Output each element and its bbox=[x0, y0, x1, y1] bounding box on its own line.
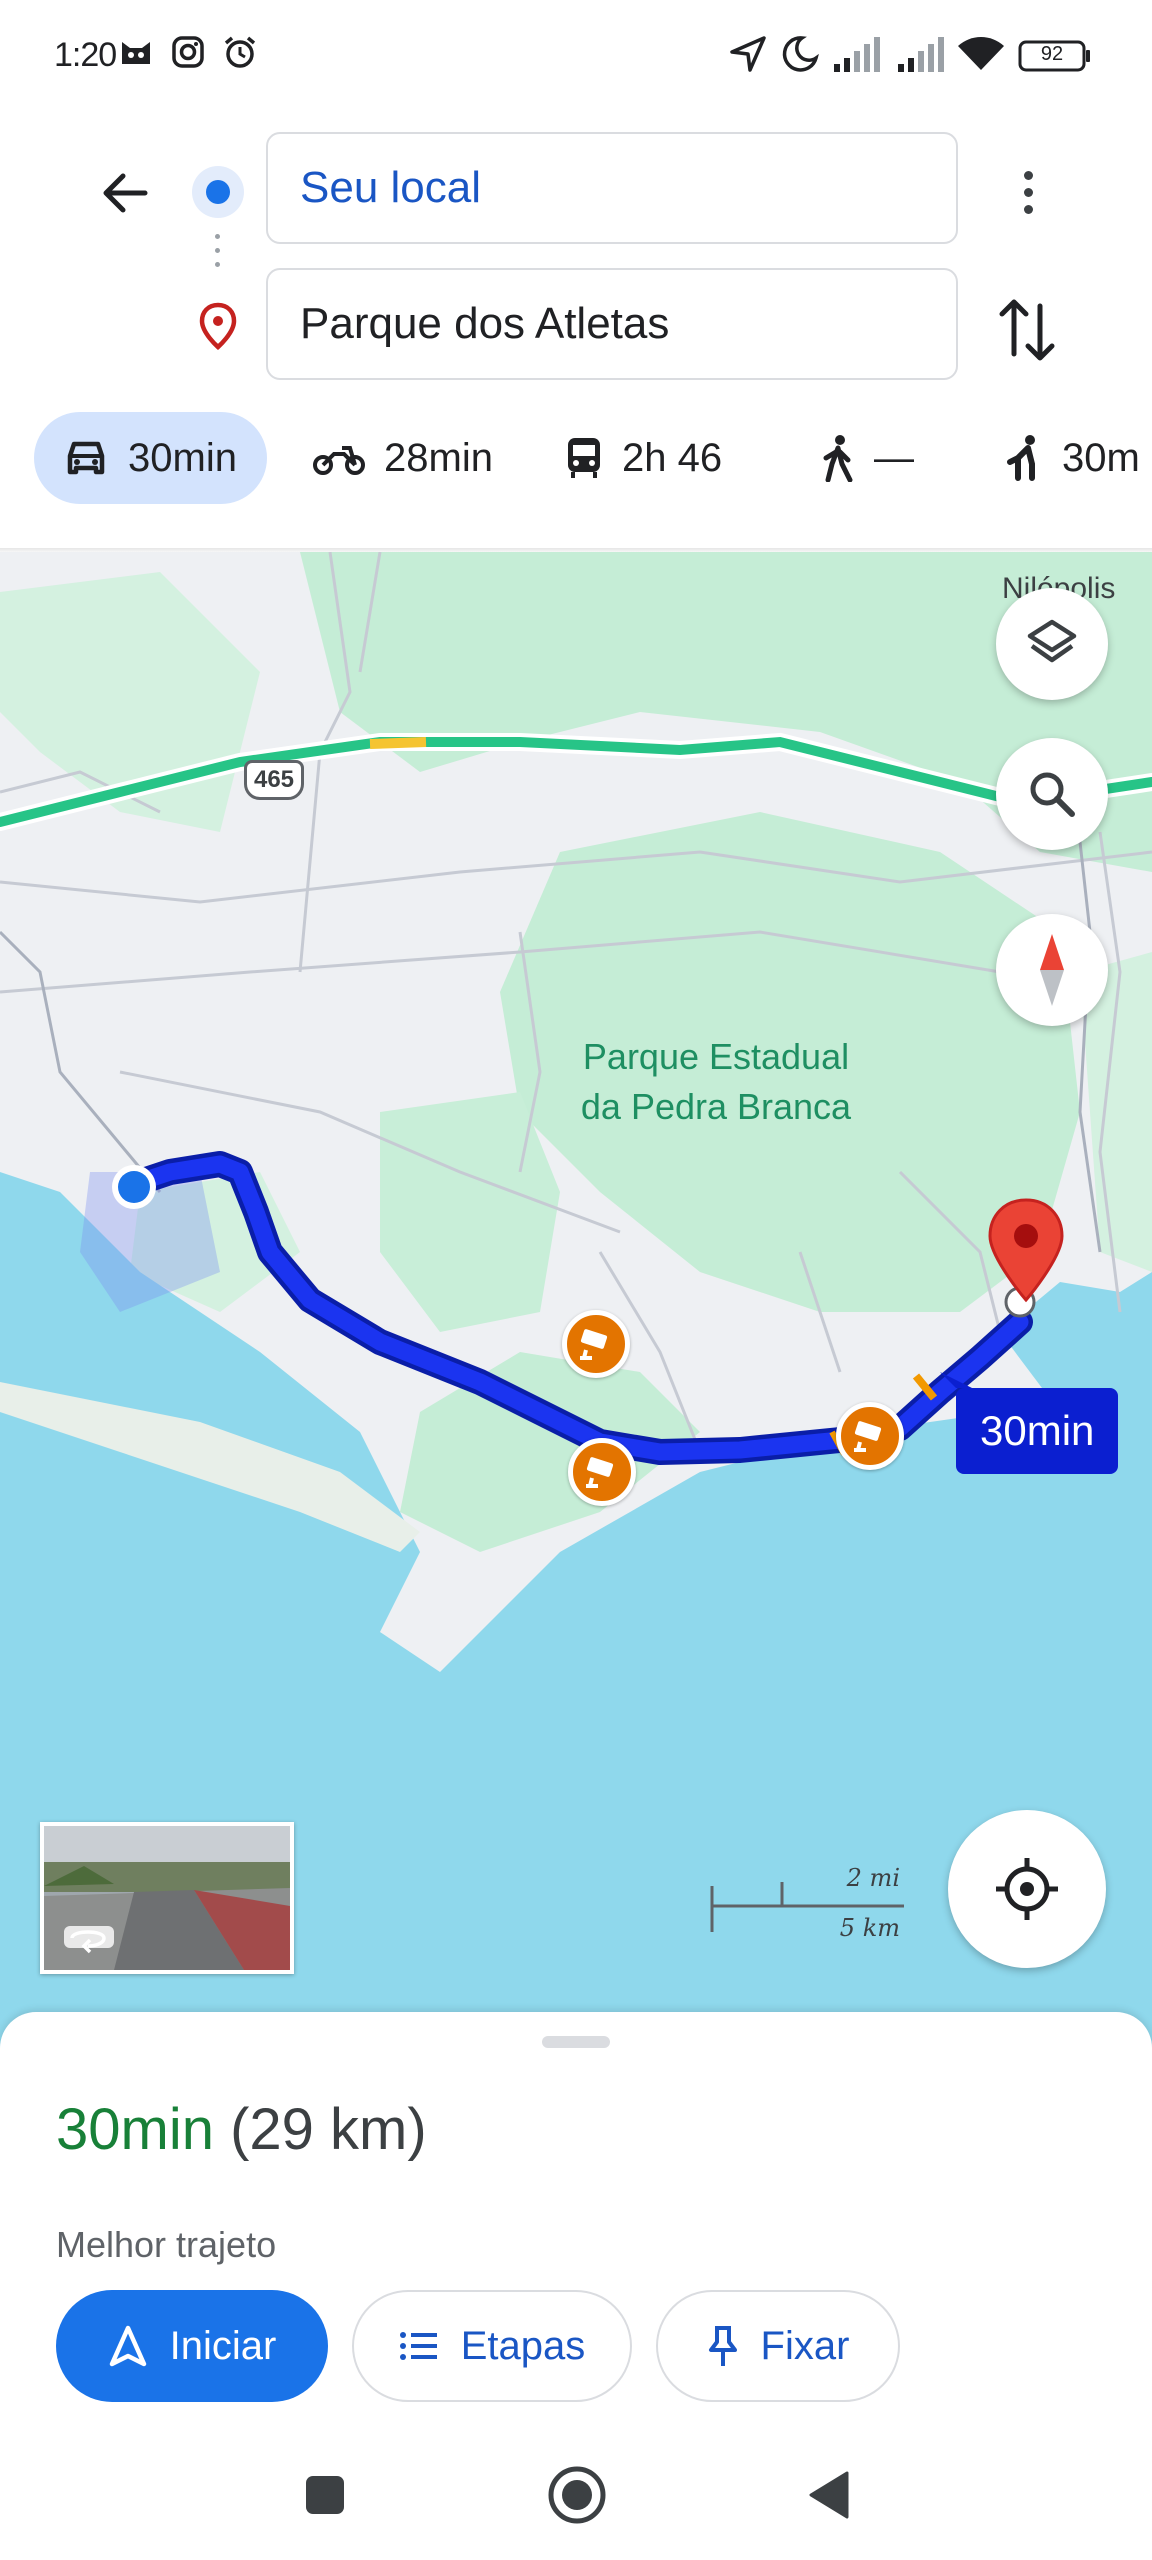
origin-marker-icon bbox=[192, 166, 244, 218]
home-button[interactable] bbox=[542, 2460, 612, 2530]
back-nav-button[interactable] bbox=[794, 2460, 864, 2530]
speed-camera-icon[interactable] bbox=[562, 1310, 630, 1378]
signal-icon bbox=[832, 34, 886, 79]
route-distance: (29 km) bbox=[230, 2097, 427, 2162]
swap-route-button[interactable] bbox=[994, 290, 1060, 370]
mode-tab-motorcycle[interactable]: 28min bbox=[312, 412, 493, 504]
mode-tab-label: — bbox=[874, 435, 914, 480]
ride-icon bbox=[1007, 435, 1035, 481]
back-triangle-icon bbox=[809, 2471, 849, 2519]
back-arrow-icon bbox=[103, 173, 148, 213]
scale-miles: 2 mi bbox=[846, 1864, 900, 1892]
route-connector bbox=[215, 234, 221, 284]
route-eta-bubble[interactable]: 30min bbox=[956, 1388, 1119, 1474]
instagram-icon bbox=[170, 34, 206, 75]
rotate-360-icon bbox=[70, 1930, 106, 1954]
search-icon bbox=[1030, 772, 1075, 817]
sheet-drag-handle[interactable] bbox=[542, 2036, 610, 2048]
back-button[interactable] bbox=[92, 160, 158, 226]
route-description: Melhor trajeto bbox=[56, 2224, 277, 2265]
map-scale: 2 mi 5 km bbox=[708, 1862, 908, 1962]
street-view-thumbnail[interactable] bbox=[40, 1822, 294, 1974]
alarm-icon bbox=[222, 34, 258, 75]
route-bottom-sheet[interactable]: 30min (29 km) Melhor trajeto Iniciar Eta… bbox=[0, 2012, 1152, 2432]
battery-icon: 92 bbox=[1018, 40, 1092, 77]
start-label: Iniciar bbox=[169, 2323, 277, 2368]
more-options-button[interactable] bbox=[1004, 156, 1052, 228]
mode-tab-label: 28min bbox=[384, 435, 493, 480]
search-along-route-button[interactable] bbox=[996, 738, 1108, 850]
layers-icon bbox=[1027, 619, 1077, 663]
mode-tab-walk[interactable]: — bbox=[820, 412, 914, 504]
origin-field[interactable]: Seu local bbox=[266, 132, 958, 244]
battery-level: 92 bbox=[1040, 43, 1064, 65]
system-nav-bar bbox=[0, 2432, 1152, 2560]
compass-icon bbox=[1040, 934, 1064, 1006]
layers-button[interactable] bbox=[996, 588, 1108, 700]
steps-label: Etapas bbox=[460, 2323, 586, 2368]
pin-icon bbox=[708, 2326, 737, 2366]
steps-button[interactable]: Etapas bbox=[352, 2290, 632, 2402]
mode-tab-label: 30min bbox=[128, 435, 237, 480]
home-circle-icon bbox=[548, 2466, 606, 2524]
wifi-icon bbox=[956, 34, 1006, 79]
map-view[interactable]: 465 Nilópolis Parque Estadual da Pedra B… bbox=[0, 552, 1152, 2052]
mode-tab-transit[interactable]: 2h 46 bbox=[564, 412, 722, 504]
transit-icon bbox=[568, 438, 600, 478]
signal-icon bbox=[896, 34, 950, 79]
status-bar: 1:20 92 bbox=[0, 0, 1152, 110]
navigation-arrow-icon bbox=[109, 2325, 146, 2367]
map-label-park: Parque Estadual da Pedra Branca bbox=[580, 1036, 852, 1127]
list-icon bbox=[399, 2332, 437, 2360]
walk-icon bbox=[823, 435, 853, 482]
route-summary: 30min (29 km) bbox=[56, 2096, 427, 2163]
mode-tab-car[interactable]: 30min bbox=[34, 412, 267, 504]
pin-button[interactable]: Fixar bbox=[656, 2290, 900, 2402]
swap-arrows-icon bbox=[999, 299, 1055, 361]
moon-icon bbox=[780, 34, 820, 79]
start-navigation-button[interactable]: Iniciar bbox=[56, 2290, 328, 2402]
speed-camera-icon[interactable] bbox=[568, 1438, 636, 1506]
square-icon bbox=[306, 2476, 344, 2514]
directions-header: Seu local Parque dos Atletas 30min 28min… bbox=[0, 110, 1152, 550]
mode-tab-label: 30m bbox=[1062, 435, 1140, 480]
status-time: 1:20 bbox=[54, 36, 117, 74]
location-arrow-icon bbox=[728, 34, 768, 79]
speed-camera-icon[interactable] bbox=[836, 1402, 904, 1470]
destination-pin-icon bbox=[198, 302, 238, 355]
destination-field[interactable]: Parque dos Atletas bbox=[266, 268, 958, 380]
recents-button[interactable] bbox=[290, 2460, 360, 2530]
my-location-button[interactable] bbox=[948, 1810, 1106, 1968]
cat-face-icon bbox=[118, 34, 154, 75]
crosshair-icon bbox=[996, 1858, 1058, 1920]
compass-button[interactable] bbox=[996, 914, 1108, 1026]
pin-label: Fixar bbox=[760, 2323, 850, 2368]
travel-mode-tabs: 30min 28min 2h 46 — 30m bbox=[0, 412, 1152, 512]
scale-kilometers: 5 km bbox=[839, 1914, 900, 1942]
route-duration: 30min bbox=[56, 2097, 214, 2162]
motorcycle-icon bbox=[313, 446, 365, 475]
mode-tab-label: 2h 46 bbox=[622, 435, 723, 480]
mode-tab-ride[interactable]: 30m bbox=[1004, 412, 1140, 504]
highway-shield: 465 bbox=[244, 760, 304, 800]
car-icon bbox=[67, 441, 105, 475]
